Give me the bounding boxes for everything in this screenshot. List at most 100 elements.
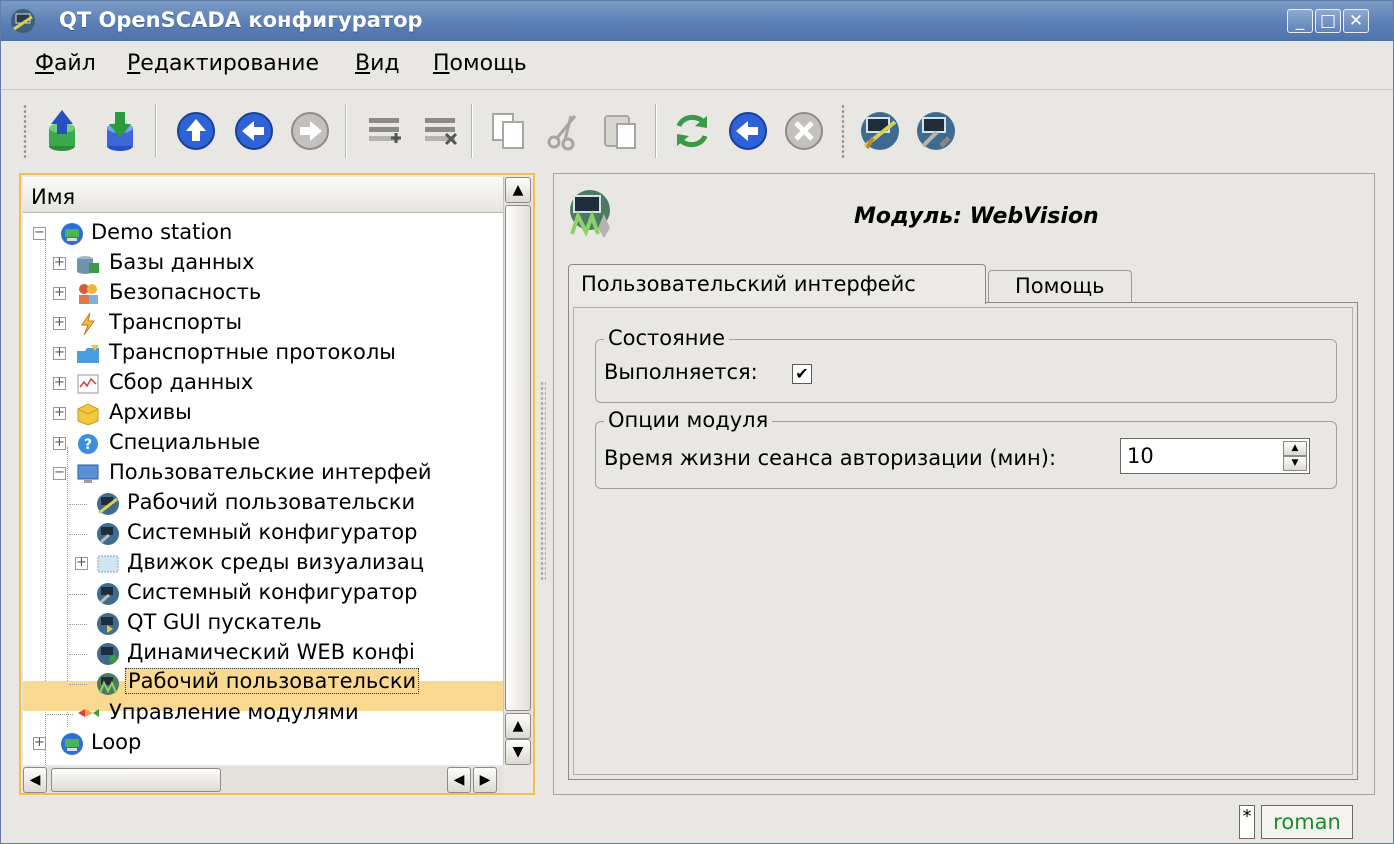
ui-icon <box>77 464 99 483</box>
tree-item-web-dynamic-config[interactable]: Динамический WEB конфі <box>23 639 503 669</box>
scroll-left-arrow-icon[interactable]: ◀ <box>447 767 471 793</box>
state-group: Состояние Выполняется: ✔ <box>595 326 1337 403</box>
tree-item-demo-station[interactable]: − Demo station <box>23 219 503 249</box>
config-icon <box>97 523 119 545</box>
tab-page: Состояние Выполняется: ✔ Опции модуля Вр… <box>568 302 1358 780</box>
panel-splitter[interactable] <box>540 381 546 581</box>
tree-item-security[interactable]: + Безопасность <box>23 279 503 309</box>
svg-text:?: ? <box>84 437 92 453</box>
modified-indicator: * <box>1239 805 1255 839</box>
paste-icon[interactable] <box>597 108 643 154</box>
data-acquisition-icon <box>77 374 99 394</box>
app-icon <box>11 9 35 33</box>
protocol-icon <box>77 345 99 363</box>
session-lifetime-spinbox[interactable]: 10 ▲ ▼ <box>1120 438 1310 474</box>
expand-icon[interactable]: + <box>53 406 66 420</box>
state-group-title: Состояние <box>604 326 730 350</box>
config-icon <box>97 583 119 605</box>
running-label: Выполняется: <box>604 360 758 384</box>
tree-item-web-config[interactable]: Системный конфигуратор <box>23 579 503 609</box>
tree-item-webvision[interactable]: Рабочий пользовательски <box>23 668 503 699</box>
expand-icon[interactable]: + <box>53 346 66 360</box>
scroll-up-arrow-icon[interactable]: ▲ <box>505 713 531 739</box>
spin-down-arrow-icon[interactable]: ▼ <box>1283 456 1307 471</box>
close-button[interactable]: ✕ <box>1343 9 1369 33</box>
security-icon <box>79 284 98 304</box>
tree-item-transport-protocols[interactable]: + Транспортные протоколы <box>23 339 503 369</box>
modules-icon <box>78 709 99 717</box>
minimize-button[interactable]: _ <box>1287 9 1313 33</box>
transport-icon <box>81 312 95 336</box>
cut-icon[interactable] <box>541 108 587 154</box>
tree-item-loop[interactable]: + Loop <box>23 729 503 759</box>
module-options-group: Опции модуля Время жизни сеанса авториза… <box>595 408 1337 489</box>
go-forward-icon[interactable] <box>287 108 333 154</box>
expand-icon[interactable]: + <box>53 376 66 390</box>
tree-item-user-interfaces[interactable]: − Пользовательские интерфей <box>23 459 503 489</box>
tree-item-module-management[interactable]: Управление модулями <box>23 699 503 729</box>
menu-file[interactable]: Файл <box>35 51 96 76</box>
vca-engine-icon <box>97 555 119 573</box>
scroll-down-arrow-icon[interactable]: ▼ <box>505 739 531 765</box>
menu-view[interactable]: Вид <box>355 51 400 76</box>
delete-item-icon[interactable] <box>417 108 463 154</box>
tree-item-databases[interactable]: + Базы данных <box>23 249 503 279</box>
tab-help[interactable]: Помощь <box>988 270 1132 304</box>
toolbar-grip[interactable] <box>23 104 27 158</box>
vision-icon[interactable] <box>857 108 903 154</box>
expand-icon[interactable]: + <box>53 256 66 270</box>
expand-icon[interactable]: + <box>75 556 88 570</box>
tree-vertical-scrollbar[interactable]: ▲ ▲ ▼ <box>503 177 532 765</box>
refresh-icon[interactable] <box>669 108 715 154</box>
webvision-icon <box>97 673 119 695</box>
db-save-icon[interactable] <box>97 108 143 154</box>
tree-horizontal-scrollbar[interactable]: ◀ ◀ ▶ <box>23 767 503 793</box>
menu-help[interactable]: Помощь <box>433 51 527 76</box>
scroll-thumb[interactable] <box>51 768 221 792</box>
expand-icon[interactable]: + <box>53 316 66 330</box>
archive-icon <box>77 403 99 426</box>
tree-column-header[interactable]: Имя <box>23 177 503 213</box>
tree-item-special[interactable]: + ? Специальные <box>23 429 503 459</box>
tab-user-interface[interactable]: Пользовательский интерфейс <box>568 264 986 304</box>
copy-icon[interactable] <box>485 108 531 154</box>
add-item-icon[interactable] <box>361 108 407 154</box>
title-bar: QT OpenSCADA конфигуратор _ □ ✕ <box>1 1 1393 41</box>
expand-icon[interactable]: + <box>53 436 66 450</box>
go-back-icon[interactable] <box>231 108 277 154</box>
menu-edit[interactable]: Редактирование <box>127 51 319 76</box>
collapse-icon[interactable]: − <box>33 226 46 240</box>
db-load-icon[interactable] <box>39 108 85 154</box>
stop-icon[interactable] <box>781 108 827 154</box>
maximize-button[interactable]: □ <box>1315 9 1341 33</box>
go-up-icon[interactable] <box>173 108 219 154</box>
toolbar-grip[interactable] <box>841 104 845 158</box>
tree-item-transports[interactable]: + Транспорты <box>23 309 503 339</box>
scroll-thumb[interactable] <box>505 205 531 711</box>
station-icon <box>61 733 83 755</box>
module-options-group-title: Опции модуля <box>604 408 773 432</box>
start-icon[interactable] <box>725 108 771 154</box>
scroll-up-arrow-icon[interactable]: ▲ <box>505 177 531 203</box>
main-window: QT OpenSCADA конфигуратор _ □ ✕ Файл Ред… <box>0 0 1394 844</box>
toolbar <box>1 89 1393 168</box>
collapse-icon[interactable]: − <box>53 466 66 480</box>
system-config-icon[interactable] <box>913 108 959 154</box>
spin-up-arrow-icon[interactable]: ▲ <box>1283 441 1307 456</box>
webvision-icon <box>570 190 610 238</box>
current-user[interactable]: roman <box>1261 805 1353 839</box>
navigation-tree[interactable]: Имя − Demo station + Базы данных + Безоп… <box>23 177 503 765</box>
scroll-right-arrow-icon[interactable]: ▶ <box>473 767 497 793</box>
scroll-left-arrow-icon[interactable]: ◀ <box>23 767 47 793</box>
tree-item-archives[interactable]: + Архивы <box>23 399 503 429</box>
vision-icon <box>97 493 119 515</box>
tree-item-data-acquisition[interactable]: + Сбор данных <box>23 369 503 399</box>
tree-item-qt-starter[interactable]: QT GUI пускатель <box>23 609 503 639</box>
session-lifetime-label: Время жизни сеанса авторизации (мин): <box>604 446 1057 470</box>
tree-item-qt-config[interactable]: Системный конфигуратор <box>23 519 503 549</box>
expand-icon[interactable]: + <box>33 736 46 750</box>
running-checkbox[interactable]: ✔ <box>792 364 812 384</box>
tree-item-vca-engine[interactable]: + Движок среды визуализац <box>23 549 503 579</box>
expand-icon[interactable]: + <box>53 286 66 300</box>
tree-item-vision[interactable]: Рабочий пользовательски <box>23 489 503 519</box>
